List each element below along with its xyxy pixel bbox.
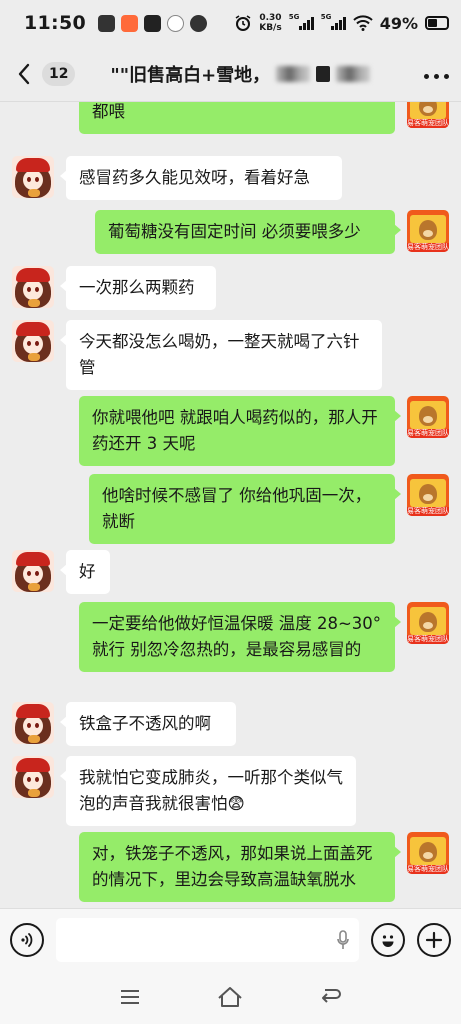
- message-input[interactable]: [56, 917, 359, 962]
- voice-button[interactable]: [10, 922, 44, 957]
- message-bubble[interactable]: 葡萄糖没有固定时间 必须要喂多少: [95, 210, 401, 254]
- chat-title: ""旧售高白+雪地，: [110, 64, 271, 86]
- app-notification-icon: [97, 14, 115, 32]
- status-time: 11:50: [24, 12, 86, 34]
- app-notification-icon: [120, 14, 138, 32]
- contact-avatar[interactable]: [12, 756, 54, 798]
- avatar-caption: 易客萌宠团队: [407, 507, 449, 516]
- app-notification-icon: [166, 14, 184, 32]
- menu-icon: [121, 990, 140, 1004]
- message-bubble[interactable]: 一定要给他做好恒温保暖 温度 28~30° 就行 别忽冷忽热的，是最容易感冒的: [79, 602, 401, 672]
- battery-fill: [428, 19, 437, 27]
- app-notification-icon: [189, 14, 207, 32]
- voice-icon: [21, 932, 33, 947]
- unread-count-badge[interactable]: 12: [42, 61, 76, 86]
- battery-icon: [425, 16, 449, 30]
- redacted-text: [336, 65, 371, 82]
- message-bubble[interactable]: 感冒药多久能见效呀，看着好急: [60, 156, 342, 200]
- contact-avatar[interactable]: [12, 320, 54, 362]
- net-speed-unit: KB/s: [259, 23, 282, 33]
- message-bubble[interactable]: 好: [60, 550, 110, 594]
- mic-icon[interactable]: [337, 929, 349, 950]
- contact-avatar[interactable]: [12, 550, 54, 592]
- message-bubble[interactable]: 对，铁笼子不透风，那如果说上面盖死的情况下，里边会导致高温缺氧脱水: [79, 832, 401, 902]
- sender-avatar[interactable]: 易客萌宠团队: [407, 832, 449, 874]
- avatar-caption: 易客萌宠团队: [407, 865, 449, 874]
- avatar-caption: 易客萌宠团队: [407, 119, 449, 128]
- app-notification-icon: [143, 14, 161, 32]
- home-icon: [218, 987, 243, 1007]
- net-speed: 0.30 KB/s: [259, 13, 281, 33]
- chat-title-wrap[interactable]: ""旧售高白+雪地，: [75, 61, 405, 87]
- home-button[interactable]: [216, 983, 244, 1011]
- redacted-text: [316, 65, 331, 82]
- message-bubble[interactable]: 我就怕它变成肺炎，一听那个类似气泡的声音我就很害怕😨: [60, 756, 356, 826]
- sender-avatar[interactable]: 易客萌宠团队: [407, 210, 449, 252]
- avatar-caption: 易客萌宠团队: [407, 429, 449, 438]
- input-bar: [0, 908, 461, 970]
- add-icon: [425, 931, 443, 948]
- message-bubble[interactable]: 铁盒子不透风的啊: [60, 702, 236, 746]
- signal-icon: 5G: [288, 13, 314, 30]
- sim2-label: 5G: [320, 13, 332, 21]
- emoji-button[interactable]: [371, 922, 405, 957]
- emoji-icon: [382, 934, 394, 947]
- chevron-left-icon: [18, 63, 30, 84]
- net-speed-value: 0.30: [259, 13, 282, 23]
- sim1-label: 5G: [288, 13, 300, 21]
- back-icon: [321, 989, 341, 1003]
- back-button[interactable]: [6, 46, 42, 102]
- contact-avatar[interactable]: [12, 156, 54, 198]
- message-list[interactable]: 易客萌宠团队喂就喂它点儿，不用说跟药一样，每次都喂感冒药多久能见效呀，看着好急易…: [0, 102, 461, 908]
- status-right: 0.30 KB/s 5G 5G 49%: [234, 13, 449, 33]
- more-button[interactable]: [411, 46, 461, 102]
- message-bubble[interactable]: 今天都没怎么喝奶，一整天就喝了六针管: [60, 320, 382, 390]
- battery-percent: 49%: [379, 13, 418, 33]
- message-bubble[interactable]: 一次那么两颗药: [60, 266, 216, 310]
- message-bubble[interactable]: 他啥时候不感冒了 你给他巩固一次，就断: [89, 474, 401, 544]
- add-button[interactable]: [417, 922, 451, 957]
- contact-avatar[interactable]: [12, 266, 54, 308]
- sender-avatar[interactable]: 易客萌宠团队: [407, 396, 449, 438]
- avatar-caption: 易客萌宠团队: [407, 243, 449, 252]
- chat-header: 12 ""旧售高白+雪地，: [0, 46, 461, 102]
- contact-avatar[interactable]: [12, 702, 54, 744]
- wifi-icon: [353, 15, 373, 31]
- menu-button[interactable]: [116, 983, 144, 1011]
- nav-back-button[interactable]: [317, 983, 345, 1011]
- notification-icons: [97, 14, 207, 32]
- alarm-icon: [235, 15, 251, 31]
- message-bubble[interactable]: 喂就喂它点儿，不用说跟药一样，每次都喂: [79, 102, 395, 134]
- more-icon: [421, 64, 451, 83]
- signal-icon: 5G: [320, 13, 346, 30]
- status-bar: 11:50 0.30 KB/s 5G 5G 49%: [0, 0, 461, 46]
- sender-avatar[interactable]: 易客萌宠团队: [407, 102, 449, 128]
- redacted-text: [276, 65, 311, 82]
- system-nav-bar: [0, 970, 461, 1024]
- avatar-caption: 易客萌宠团队: [407, 635, 449, 644]
- sender-avatar[interactable]: 易客萌宠团队: [407, 602, 449, 644]
- sender-avatar[interactable]: 易客萌宠团队: [407, 474, 449, 516]
- message-bubble[interactable]: 你就喂他吧 就跟咱人喝药似的，那人开药还开 3 天呢: [79, 396, 401, 466]
